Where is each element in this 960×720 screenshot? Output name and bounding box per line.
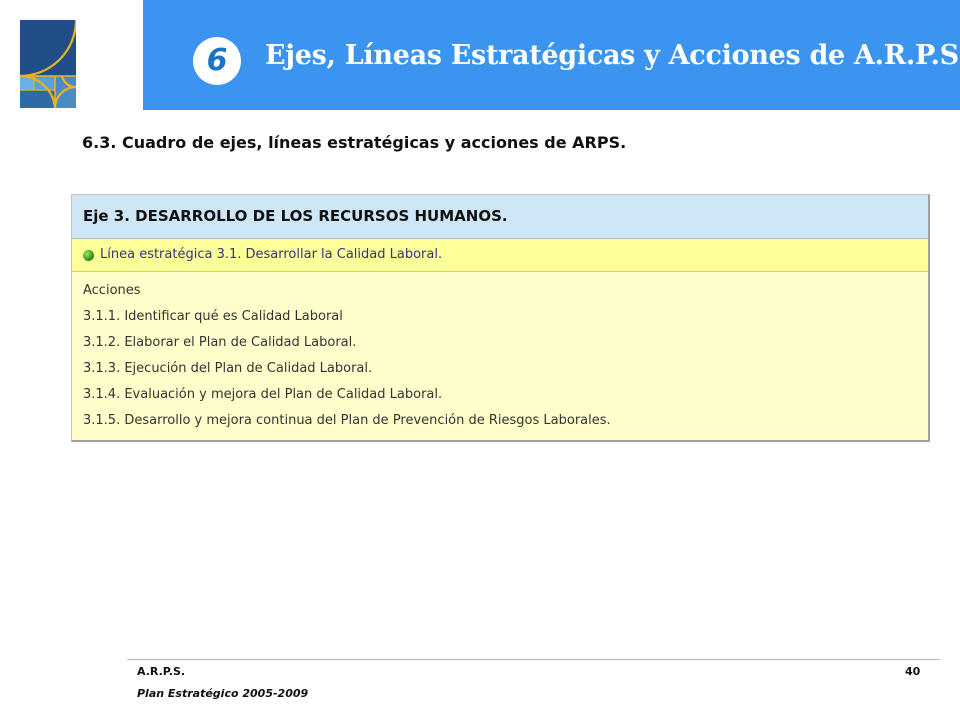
footer-org: A.R.P.S.	[137, 665, 186, 678]
accion-item: 3.1.3. Ejecución del Plan de Calidad Lab…	[83, 361, 373, 376]
page-number: 40	[905, 665, 921, 678]
footer-plan: Plan Estratégico 2005-2009	[137, 687, 309, 700]
page-title: Ejes, Líneas Estratégicas y Acciones de …	[265, 40, 960, 71]
acciones-label: Acciones	[83, 283, 141, 298]
section-title: 6.3. Cuadro de ejes, líneas estratégicas…	[82, 133, 627, 152]
linea-label: Línea estratégica 3.1. Desarrollar la Ca…	[100, 247, 443, 262]
linea-row: Línea estratégica 3.1. Desarrollar la Ca…	[72, 239, 928, 272]
chapter-badge: 6	[193, 37, 241, 85]
bullet-icon	[83, 249, 94, 261]
accion-item: 3.1.1. Identificar qué es Calidad Labora…	[83, 309, 343, 324]
accion-item: 3.1.4. Evaluación y mejora del Plan de C…	[83, 387, 443, 402]
footer-divider	[127, 659, 940, 660]
eje-row: Eje 3. DESARROLLO DE LOS RECURSOS HUMANO…	[72, 195, 928, 239]
acciones-block: Acciones 3.1.1. Identificar qué es Calid…	[72, 272, 928, 440]
golden-spiral-logo	[20, 20, 76, 108]
accion-item: 3.1.2. Elaborar el Plan de Calidad Labor…	[83, 335, 357, 350]
accion-item: 3.1.5. Desarrollo y mejora continua del …	[83, 413, 611, 428]
strategy-table: Eje 3. DESARROLLO DE LOS RECURSOS HUMANO…	[71, 194, 930, 442]
